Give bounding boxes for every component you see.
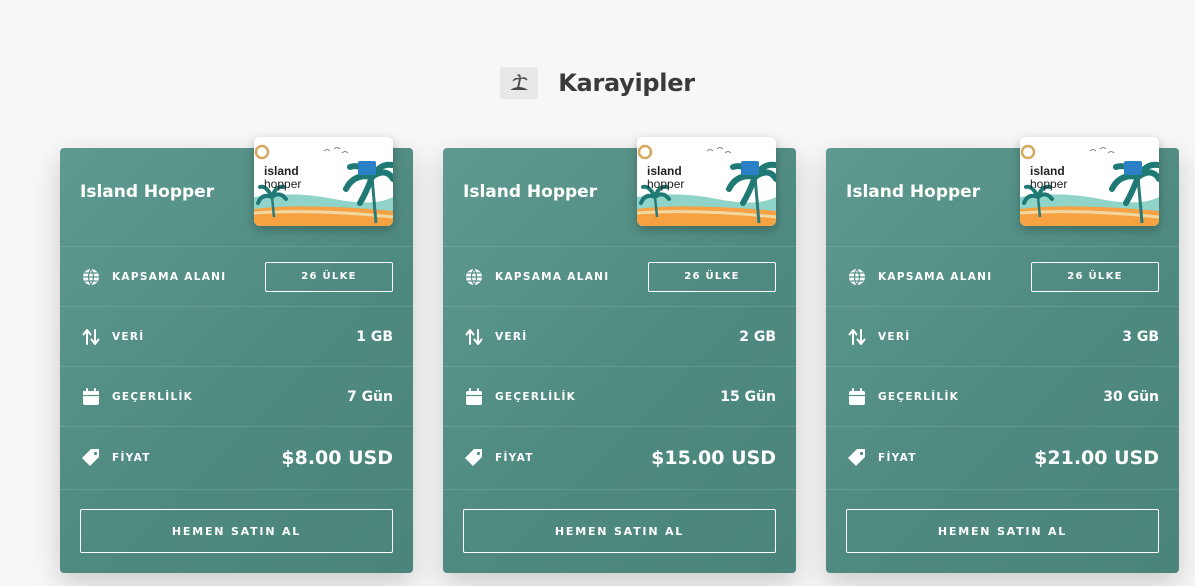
sim-card-image: island hopper [1020, 137, 1159, 226]
price-value: $15.00 USD [651, 447, 776, 469]
sim-brand-line1: island [264, 164, 299, 178]
plan-title: Island Hopper [80, 182, 215, 202]
data-row: VERİ 2 GB [443, 307, 796, 367]
sim-brand-line2: hopper [647, 177, 684, 191]
calendar-icon [80, 386, 102, 408]
plan-card: Island Hopper island hopper KAPSAMA ALAN… [826, 137, 1179, 573]
sim-card-image: island hopper [254, 137, 393, 226]
price-tag-icon [463, 447, 485, 469]
globe-icon [80, 266, 102, 288]
validity-value: 30 Gün [1103, 388, 1159, 405]
arrows-up-down-icon [463, 326, 485, 348]
calendar-icon [846, 386, 868, 408]
price-tag-icon [846, 447, 868, 469]
data-label: VERİ [112, 330, 145, 343]
data-value: 2 GB [739, 328, 776, 345]
price-label: FİYAT [878, 452, 917, 464]
price-row: FİYAT $21.00 USD [826, 427, 1179, 490]
price-row: FİYAT $8.00 USD [60, 427, 413, 490]
globe-icon [463, 266, 485, 288]
price-tag-icon [80, 447, 102, 469]
coverage-label: KAPSAMA ALANI [495, 270, 610, 283]
coverage-countries-button[interactable]: 26 ÜLKE [1031, 261, 1159, 292]
sim-card-image: island hopper [637, 137, 776, 226]
globe-icon [846, 266, 868, 288]
buy-now-button[interactable]: HEMEN SATIN AL [463, 509, 776, 553]
validity-label: GEÇERLİLİK [495, 390, 577, 403]
sim-brand-line1: island [1030, 164, 1065, 178]
card-header: Island Hopper island hopper [826, 137, 1179, 247]
price-label: FİYAT [112, 452, 151, 464]
sim-brand-line1: island [647, 164, 682, 178]
buy-now-button[interactable]: HEMEN SATIN AL [846, 509, 1159, 553]
coverage-row: KAPSAMA ALANI 26 ÜLKE [826, 247, 1179, 307]
price-value: $21.00 USD [1034, 447, 1159, 469]
data-row: VERİ 1 GB [60, 307, 413, 367]
validity-row: GEÇERLİLİK 7 Gün [60, 367, 413, 427]
validity-value: 7 Gün [346, 388, 393, 405]
card-header: Island Hopper island hopper [60, 137, 413, 247]
data-value: 3 GB [1122, 328, 1159, 345]
buy-now-button[interactable]: HEMEN SATIN AL [80, 509, 393, 553]
sim-brand-line2: hopper [1030, 177, 1067, 191]
validity-label: GEÇERLİLİK [112, 390, 194, 403]
price-row: FİYAT $15.00 USD [443, 427, 796, 490]
validity-row: GEÇERLİLİK 15 Gün [443, 367, 796, 427]
plan-title: Island Hopper [846, 182, 981, 202]
price-label: FİYAT [495, 452, 534, 464]
calendar-icon [463, 386, 485, 408]
coverage-countries-button[interactable]: 26 ÜLKE [648, 261, 776, 292]
island-palm-icon [500, 67, 539, 99]
card-header: Island Hopper island hopper [443, 137, 796, 247]
region-title: Karayipler [558, 69, 695, 97]
coverage-countries-button[interactable]: 26 ÜLKE [265, 261, 393, 292]
sim-brand-line2: hopper [264, 177, 301, 191]
coverage-label: KAPSAMA ALANI [878, 270, 993, 283]
plan-card: Island Hopper island hopper KAPSAMA ALAN… [443, 137, 796, 573]
plan-title: Island Hopper [463, 182, 598, 202]
data-value: 1 GB [356, 328, 393, 345]
data-label: VERİ [495, 330, 528, 343]
arrows-up-down-icon [846, 326, 868, 348]
data-row: VERİ 3 GB [826, 307, 1179, 367]
coverage-row: KAPSAMA ALANI 26 ÜLKE [443, 247, 796, 307]
data-label: VERİ [878, 330, 911, 343]
coverage-label: KAPSAMA ALANI [112, 270, 227, 283]
validity-value: 15 Gün [720, 388, 776, 405]
arrows-up-down-icon [80, 326, 102, 348]
validity-row: GEÇERLİLİK 30 Gün [826, 367, 1179, 427]
plan-card: Island Hopper island hopper KAPSAMA ALAN… [60, 137, 413, 573]
price-value: $8.00 USD [281, 447, 393, 469]
validity-label: GEÇERLİLİK [878, 390, 960, 403]
coverage-row: KAPSAMA ALANI 26 ÜLKE [60, 247, 413, 307]
region-header: Karayipler [0, 66, 1195, 100]
